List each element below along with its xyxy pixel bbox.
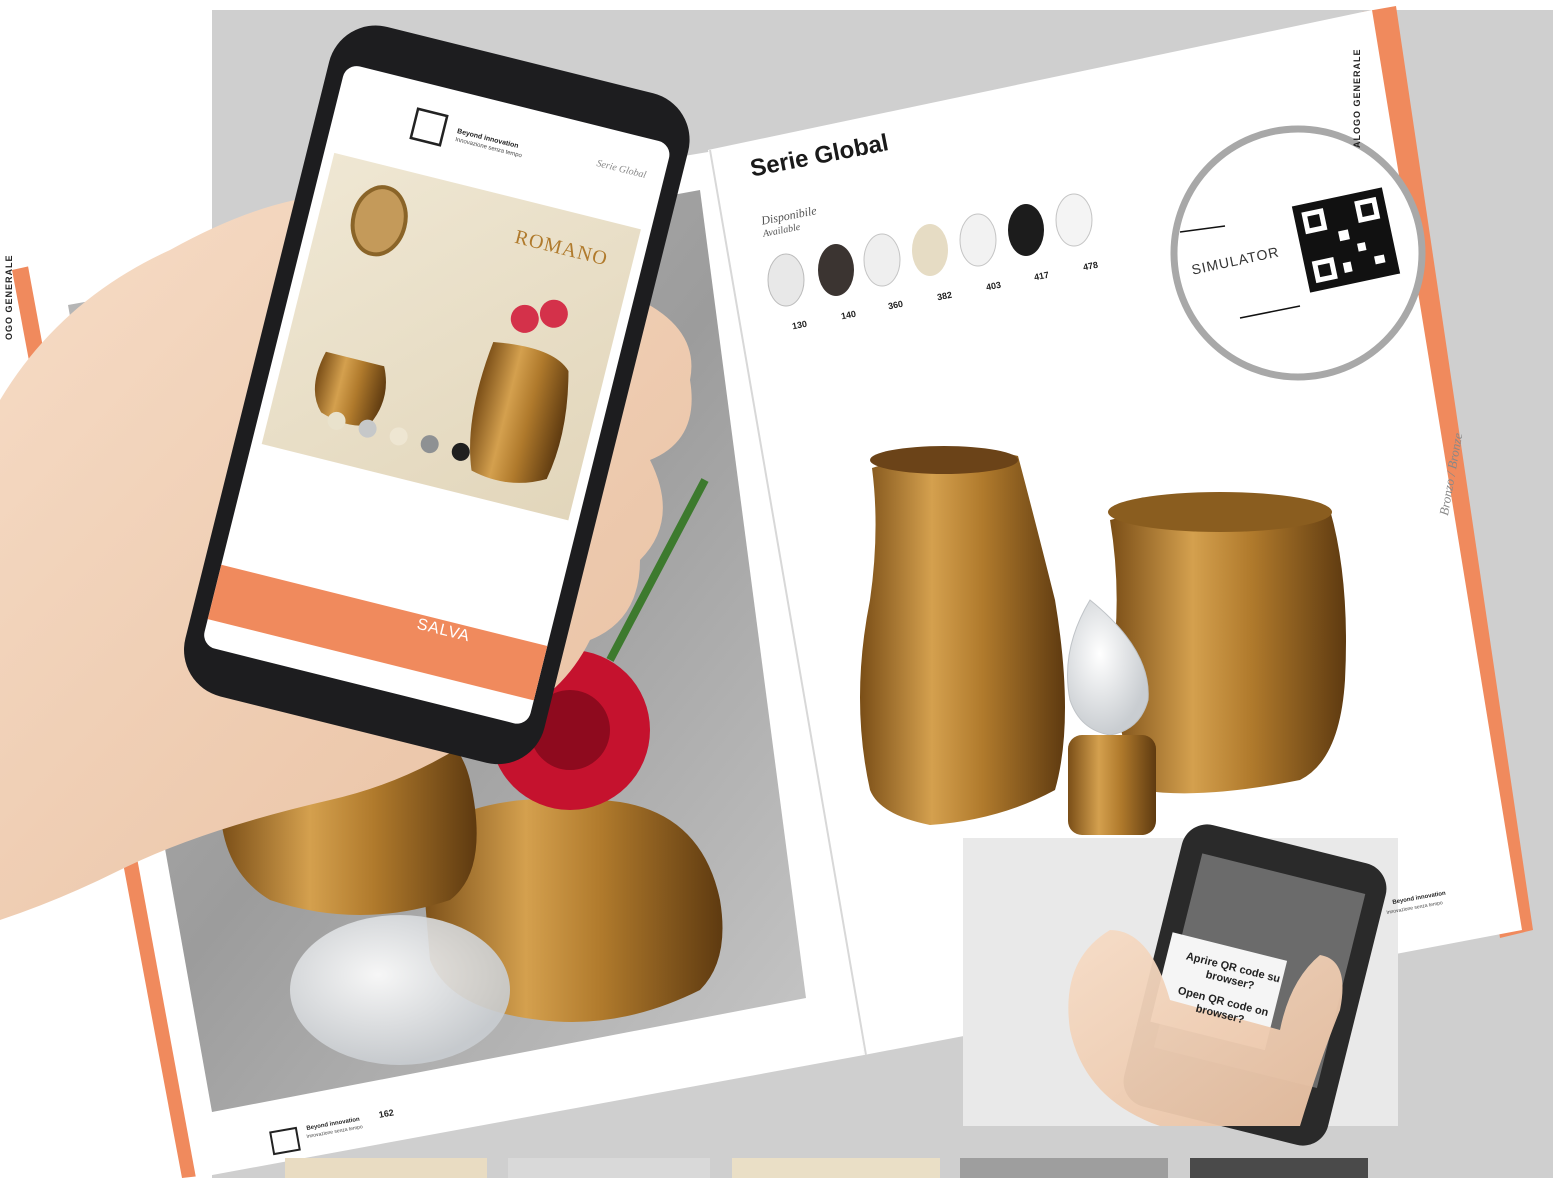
left-spine-label: OGO GENERALE: [4, 254, 14, 340]
lamp-base: [1068, 735, 1156, 835]
app-logo-mark: [409, 107, 449, 147]
right-spine-label-2: ALOGO GENERALE: [1352, 48, 1362, 148]
glass-lamp-photo: [290, 915, 510, 1065]
footer-logo-mark: [269, 1126, 301, 1156]
thumbnail-strip: [285, 1158, 1368, 1178]
